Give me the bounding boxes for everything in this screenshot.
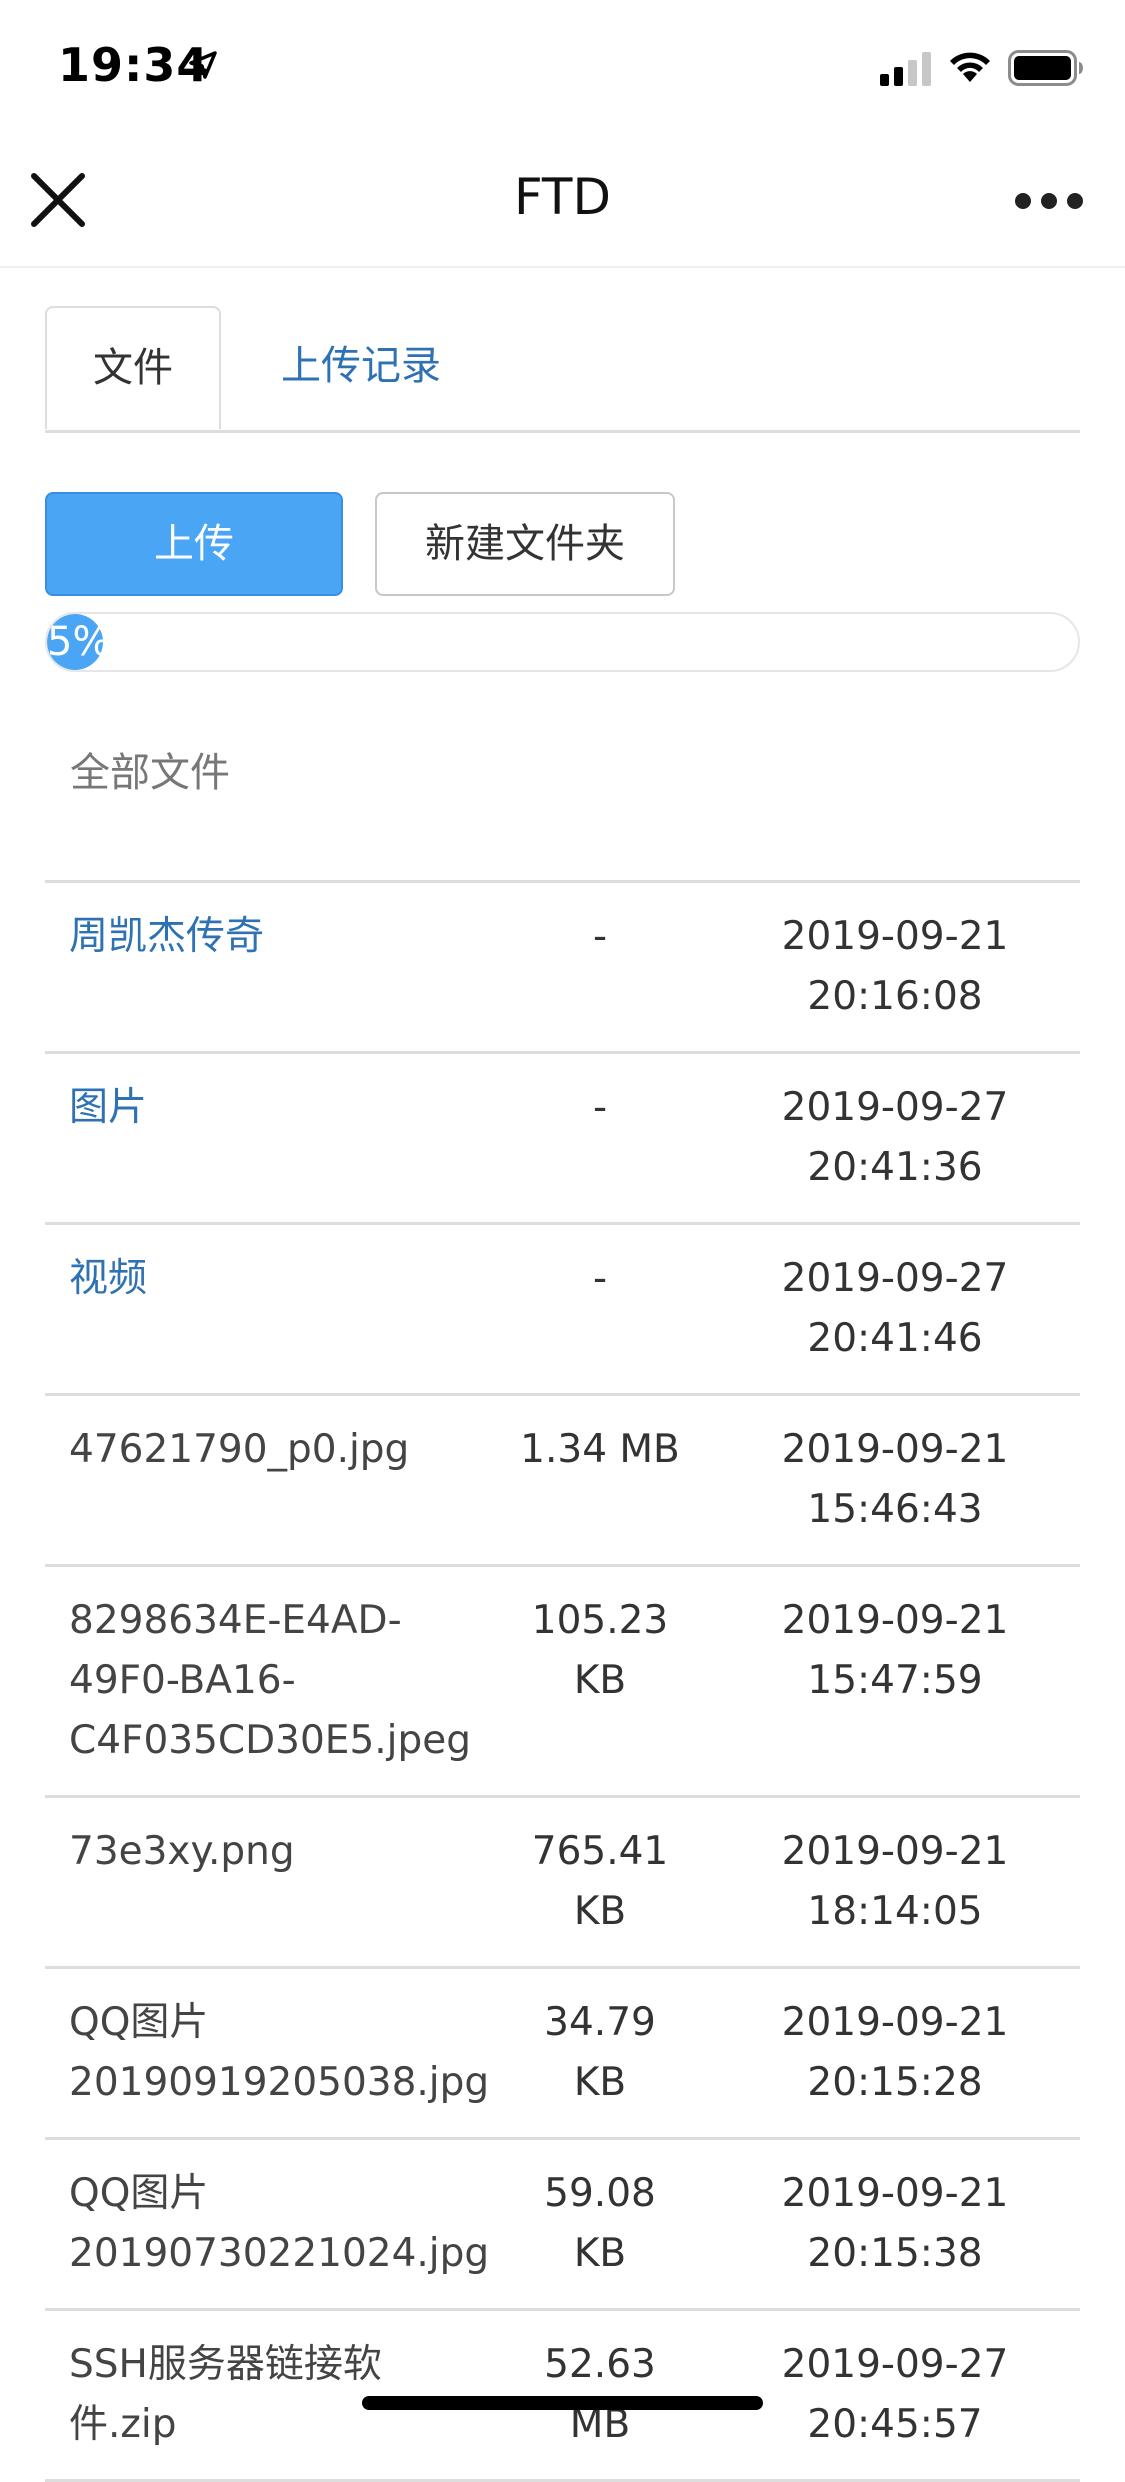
file-date: 2019-09-21 20:16:08 xyxy=(745,907,1045,1027)
file-row[interactable]: 8298634E-E4AD- 49F0-BA16- C4F035CD30E5.jpe… xyxy=(45,1567,1080,1798)
file-name-line: QQ图片 xyxy=(69,2171,209,2216)
file-date-line: 2019-09-21 xyxy=(781,2000,1009,2045)
file-date: 2019-09-21 15:47:59 xyxy=(745,1591,1045,1711)
file-name: SSH服务器链接软 件.zip xyxy=(69,2335,499,2455)
file-size-line: - xyxy=(592,914,608,959)
file-date-line: 2019-09-21 xyxy=(781,1598,1009,1643)
file-date-line: 2019-09-27 xyxy=(781,1085,1009,1130)
file-size-line: 34.79 xyxy=(544,2000,656,2045)
folder-row[interactable]: 视频 - 2019-09-27 20:41:46 xyxy=(45,1225,1080,1396)
file-size-line: - xyxy=(592,1085,608,1130)
tab-bar: 文件 上传记录 xyxy=(45,306,1080,433)
file-date-line: 15:46:43 xyxy=(807,1487,983,1532)
folder-row[interactable]: 图片 - 2019-09-27 20:41:36 xyxy=(45,1054,1080,1225)
file-date: 2019-09-21 20:15:28 xyxy=(745,1993,1045,2113)
file-date: 2019-09-27 20:41:46 xyxy=(745,1249,1045,1369)
file-name-line: SSH服务器链接软 xyxy=(69,2342,382,2387)
more-icon[interactable] xyxy=(1013,186,1085,216)
file-date-line: 2019-09-21 xyxy=(781,1829,1009,1874)
file-size-line: KB xyxy=(573,1889,627,1934)
file-size: 52.63 MB xyxy=(485,2335,715,2455)
file-name-line: QQ图片 xyxy=(69,2000,209,2045)
file-name-line: 73e3xy.png xyxy=(69,1829,295,1874)
file-name-line: 47621790_p0.jpg xyxy=(69,1427,410,1472)
file-date-line: 2019-09-21 xyxy=(781,2171,1009,2216)
tab-upload-history[interactable]: 上传记录 xyxy=(281,306,441,426)
progress-label: 5% xyxy=(47,619,111,665)
file-date-line: 18:14:05 xyxy=(807,1889,983,1934)
folder-name[interactable]: 视频 xyxy=(69,1249,499,1309)
file-row[interactable]: QQ图片 20190730221024.jpg 59.08 KB 2019-09-21 2… xyxy=(45,2140,1080,2311)
new-folder-button[interactable]: 新建文件夹 xyxy=(375,492,675,596)
file-name: 47621790_p0.jpg xyxy=(69,1420,499,1480)
file-name: QQ图片 20190919205038.jpg xyxy=(69,1993,499,2113)
file-date-line: 20:41:46 xyxy=(807,1316,983,1361)
status-bar: 19:34 xyxy=(0,0,1125,140)
file-name-line: C4F035CD30E5.jpeg xyxy=(69,1718,471,1763)
file-date-line: 20:15:38 xyxy=(807,2231,983,2276)
file-row[interactable]: 73e3xy.png 765.41 KB 2019-09-21 18:14:05 xyxy=(45,1798,1080,1969)
folder-name-line[interactable]: 周凯杰传奇 xyxy=(69,907,499,967)
file-row[interactable]: 47621790_p0.jpg 1.34 MB 2019-09-21 15:46:43 xyxy=(45,1396,1080,1567)
status-time: 19:34 xyxy=(58,38,210,92)
page-title: FTD xyxy=(514,168,611,226)
file-size: 765.41 KB xyxy=(485,1822,715,1942)
home-indicator xyxy=(362,2396,763,2410)
file-size: 105.23 KB xyxy=(485,1591,715,1711)
folder-row[interactable]: 周凯杰传奇 - 2019-09-21 20:16:08 xyxy=(45,883,1080,1054)
location-arrow-icon xyxy=(189,51,217,79)
file-size: 59.08 KB xyxy=(485,2164,715,2284)
file-size: - xyxy=(485,1249,715,1309)
file-name-line: 8298634E-E4AD- xyxy=(69,1598,402,1643)
upload-progress-bar: 5% xyxy=(45,612,1080,672)
file-name-line: 20190919205038.jpg xyxy=(69,2060,490,2105)
wifi-icon xyxy=(950,52,990,82)
file-name: 73e3xy.png xyxy=(69,1822,499,1882)
file-size-line: KB xyxy=(573,2231,627,2276)
file-size-line: 105.23 xyxy=(531,1598,669,1643)
file-date-line: 20:16:08 xyxy=(807,974,983,1019)
file-size-line: 765.41 xyxy=(531,1829,669,1874)
file-date-line: 20:15:28 xyxy=(807,2060,983,2105)
file-size: - xyxy=(485,907,715,967)
file-size-line: 1.34 MB xyxy=(520,1427,680,1472)
folder-name-line[interactable]: 视频 xyxy=(69,1249,499,1309)
breadcrumb: 全部文件 xyxy=(70,750,230,796)
file-date-line: 2019-09-27 xyxy=(781,1256,1009,1301)
tab-files[interactable]: 文件 xyxy=(45,306,221,429)
file-date-line: 2019-09-27 xyxy=(781,2342,1009,2387)
file-date: 2019-09-21 20:15:38 xyxy=(745,2164,1045,2284)
file-size-line: 52.63 xyxy=(544,2342,656,2387)
file-name: QQ图片 20190730221024.jpg xyxy=(69,2164,499,2284)
file-size-line: - xyxy=(592,1256,608,1301)
folder-name[interactable]: 图片 xyxy=(69,1078,499,1138)
folder-name[interactable]: 周凯杰传奇 xyxy=(69,907,499,967)
navigation-bar: FTD xyxy=(0,140,1125,268)
file-date-line: 15:47:59 xyxy=(807,1658,983,1703)
file-date: 2019-09-21 15:46:43 xyxy=(745,1420,1045,1540)
file-size: 34.79 KB xyxy=(485,1993,715,2113)
file-date: 2019-09-27 20:41:36 xyxy=(745,1078,1045,1198)
file-date-line: 2019-09-21 xyxy=(781,1427,1009,1472)
file-name-line: 49F0-BA16- xyxy=(69,1658,296,1703)
upload-button[interactable]: 上传 xyxy=(45,492,343,596)
file-date-line: 20:45:57 xyxy=(807,2402,983,2447)
file-row[interactable]: QQ图片 20190919205038.jpg 34.79 KB 2019-09-21 2… xyxy=(45,1969,1080,2140)
file-date-line: 2019-09-21 xyxy=(781,914,1009,959)
file-size: - xyxy=(485,1078,715,1138)
file-size-line: 59.08 xyxy=(544,2171,656,2216)
file-date: 2019-09-27 20:45:57 xyxy=(745,2335,1045,2455)
file-date: 2019-09-21 18:14:05 xyxy=(745,1822,1045,1942)
file-date-line: 20:41:36 xyxy=(807,1145,983,1190)
battery-icon xyxy=(1008,50,1083,86)
file-name-line: 20190730221024.jpg xyxy=(69,2231,490,2276)
cellular-signal-icon xyxy=(880,52,931,86)
file-size-line: KB xyxy=(573,1658,627,1703)
file-name: 8298634E-E4AD- 49F0-BA16- C4F035CD30E5.jpe… xyxy=(69,1591,499,1771)
folder-name-line[interactable]: 图片 xyxy=(69,1078,499,1138)
file-size-line: KB xyxy=(573,2060,627,2105)
file-size: 1.34 MB xyxy=(485,1420,715,1480)
file-list: 周凯杰传奇 - 2019-09-21 20:16:08 图片 - 2019-09-27 20:… xyxy=(45,880,1080,2482)
